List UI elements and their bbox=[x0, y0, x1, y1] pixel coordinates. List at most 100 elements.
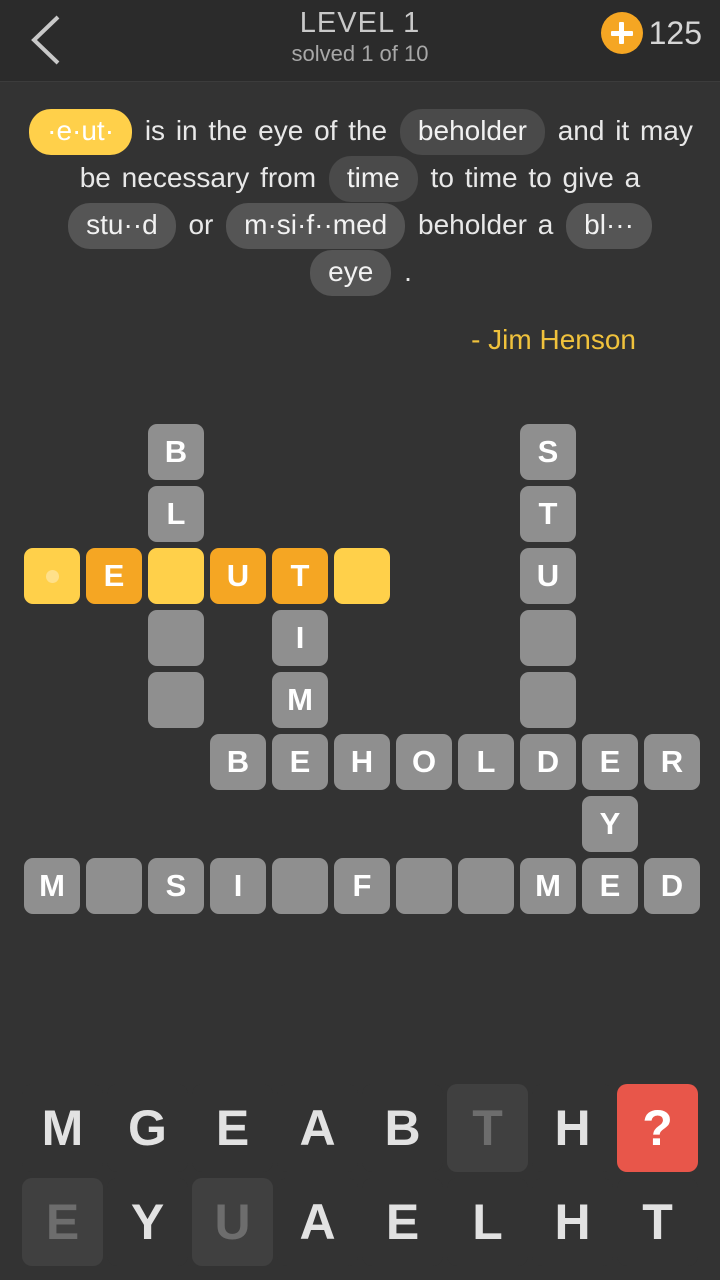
letter-key[interactable]: E bbox=[192, 1084, 273, 1172]
grid-cell-letter: U bbox=[536, 558, 560, 593]
letter-key[interactable]: B bbox=[362, 1084, 443, 1172]
quote-word-unsolved[interactable]: m·si·f··med bbox=[226, 203, 406, 249]
grid-cell-filled[interactable]: D bbox=[520, 734, 576, 790]
grid-cell-filled[interactable]: R bbox=[644, 734, 700, 790]
quote-word: of bbox=[314, 115, 338, 146]
grid-cell-empty[interactable] bbox=[148, 610, 204, 666]
quote-word-active[interactable]: ·e·ut· bbox=[29, 109, 133, 155]
letter-key[interactable]: E bbox=[22, 1178, 103, 1266]
quote-word: necessary bbox=[121, 162, 250, 193]
grid-cell-filled[interactable]: F bbox=[334, 858, 390, 914]
grid-cell-filled[interactable]: I bbox=[272, 610, 328, 666]
grid-cell-filled[interactable]: S bbox=[148, 858, 204, 914]
quote-word: a bbox=[624, 162, 641, 193]
grid-cell-filled[interactable]: O bbox=[396, 734, 452, 790]
letter-key[interactable]: T bbox=[617, 1178, 698, 1266]
grid-cell-letter: S bbox=[537, 434, 559, 469]
grid-cell-filled[interactable]: B bbox=[210, 734, 266, 790]
grid-cell-filled[interactable]: H bbox=[334, 734, 390, 790]
grid-cell-letter: E bbox=[599, 868, 621, 903]
grid-cell-letter: D bbox=[536, 744, 560, 779]
grid-cell-empty[interactable] bbox=[520, 610, 576, 666]
letter-key[interactable]: U bbox=[192, 1178, 273, 1266]
grid-cell-letter: I bbox=[233, 868, 243, 903]
hint-button[interactable]: ? bbox=[617, 1084, 698, 1172]
grid-cell-letter: S bbox=[165, 868, 187, 903]
quote-word: in bbox=[175, 115, 198, 146]
quote-word-unsolved[interactable]: stu··d bbox=[68, 203, 176, 249]
quote-word: beholder bbox=[418, 209, 527, 240]
letter-key[interactable]: H bbox=[532, 1084, 613, 1172]
quote-word: be bbox=[79, 162, 111, 193]
grid-cell-letter: D bbox=[660, 868, 684, 903]
keyboard-row: M G E A B T H? bbox=[0, 1084, 720, 1172]
grid-cell-filled[interactable]: E bbox=[582, 734, 638, 790]
letter-key[interactable]: T bbox=[447, 1084, 528, 1172]
coin-balance[interactable]: 125 bbox=[600, 12, 702, 54]
plus-icon[interactable] bbox=[600, 12, 643, 54]
grid-cell-filled[interactable]: I bbox=[210, 858, 266, 914]
quote-word-unsolved[interactable]: bl··· bbox=[566, 203, 652, 249]
grid-cell-filled[interactable]: B bbox=[148, 424, 204, 480]
quote-word: it bbox=[615, 115, 630, 146]
grid-cell-letter: O bbox=[411, 744, 437, 779]
quote-word-unsolved[interactable]: eye bbox=[310, 250, 392, 296]
grid-cell-filled[interactable]: U bbox=[210, 548, 266, 604]
grid-cell-empty[interactable] bbox=[334, 548, 390, 604]
grid-cell-letter: H bbox=[350, 744, 374, 779]
grid-cell-filled[interactable]: E bbox=[272, 734, 328, 790]
grid-cell-filled[interactable]: M bbox=[24, 858, 80, 914]
grid-cell-empty[interactable] bbox=[148, 672, 204, 728]
quote-word-solved[interactable]: time bbox=[328, 156, 418, 202]
grid-cell-filled[interactable]: L bbox=[458, 734, 514, 790]
keyboard-row: EYUAELHT bbox=[0, 1178, 720, 1266]
letter-key[interactable]: A bbox=[277, 1178, 358, 1266]
letter-key[interactable]: H bbox=[532, 1178, 613, 1266]
grid-cell-letter: E bbox=[103, 558, 125, 593]
grid-cell-filled[interactable]: U bbox=[520, 548, 576, 604]
grid-cell-empty[interactable] bbox=[148, 548, 204, 604]
grid-cell-filled[interactable]: M bbox=[272, 672, 328, 728]
grid-cell-filled[interactable]: M bbox=[520, 858, 576, 914]
grid-cell-letter: M bbox=[287, 682, 313, 717]
grid-cell-letter: F bbox=[352, 868, 372, 903]
grid-cell-letter: U bbox=[226, 558, 250, 593]
grid-cell-filled[interactable]: T bbox=[520, 486, 576, 542]
quote-word: may bbox=[639, 115, 693, 146]
letter-key[interactable]: L bbox=[447, 1178, 528, 1266]
quote-word: or bbox=[188, 209, 214, 240]
grid-cell-empty[interactable] bbox=[458, 858, 514, 914]
grid-cell-filled[interactable]: E bbox=[86, 548, 142, 604]
grid-cell-empty[interactable] bbox=[396, 858, 452, 914]
grid-cell-filled[interactable]: T bbox=[272, 548, 328, 604]
letter-key[interactable]: M bbox=[22, 1084, 103, 1172]
quote-word: eye bbox=[258, 115, 304, 146]
grid-cell-letter: B bbox=[164, 434, 188, 469]
letter-key[interactable]: A bbox=[277, 1084, 358, 1172]
grid-cell-letter: I bbox=[295, 620, 305, 655]
cursor-dot-icon bbox=[45, 569, 59, 583]
crossword-grid[interactable]: BLSTUEUTIMBEHOLDERYMSIFMED bbox=[0, 414, 720, 914]
grid-cell-empty[interactable] bbox=[272, 858, 328, 914]
quote-word-solved[interactable]: beholder bbox=[399, 109, 545, 155]
grid-cell-empty[interactable] bbox=[24, 548, 80, 604]
grid-cell-filled[interactable]: D bbox=[644, 858, 700, 914]
quote-word: the bbox=[208, 115, 248, 146]
grid-cell-letter: R bbox=[660, 744, 684, 779]
grid-cell-filled[interactable]: S bbox=[520, 424, 576, 480]
letter-key[interactable]: E bbox=[362, 1178, 443, 1266]
quote-word: from bbox=[260, 162, 317, 193]
grid-cell-letter: E bbox=[599, 744, 621, 779]
grid-cell-filled[interactable]: E bbox=[582, 858, 638, 914]
coin-count: 125 bbox=[648, 15, 702, 51]
quote-word: time bbox=[464, 162, 518, 193]
grid-cell-empty[interactable] bbox=[86, 858, 142, 914]
quote-area: ·e·ut· is in the eye of the beholder and… bbox=[0, 82, 720, 356]
grid-cell-empty[interactable] bbox=[520, 672, 576, 728]
letter-key[interactable]: G bbox=[107, 1084, 188, 1172]
letter-keyboard[interactable]: M G E A B T H? E Y U A E L H T bbox=[0, 1084, 720, 1272]
quote-word: a bbox=[537, 209, 554, 240]
grid-cell-filled[interactable]: Y bbox=[582, 796, 638, 852]
letter-key[interactable]: Y bbox=[107, 1178, 188, 1266]
grid-cell-filled[interactable]: L bbox=[148, 486, 204, 542]
